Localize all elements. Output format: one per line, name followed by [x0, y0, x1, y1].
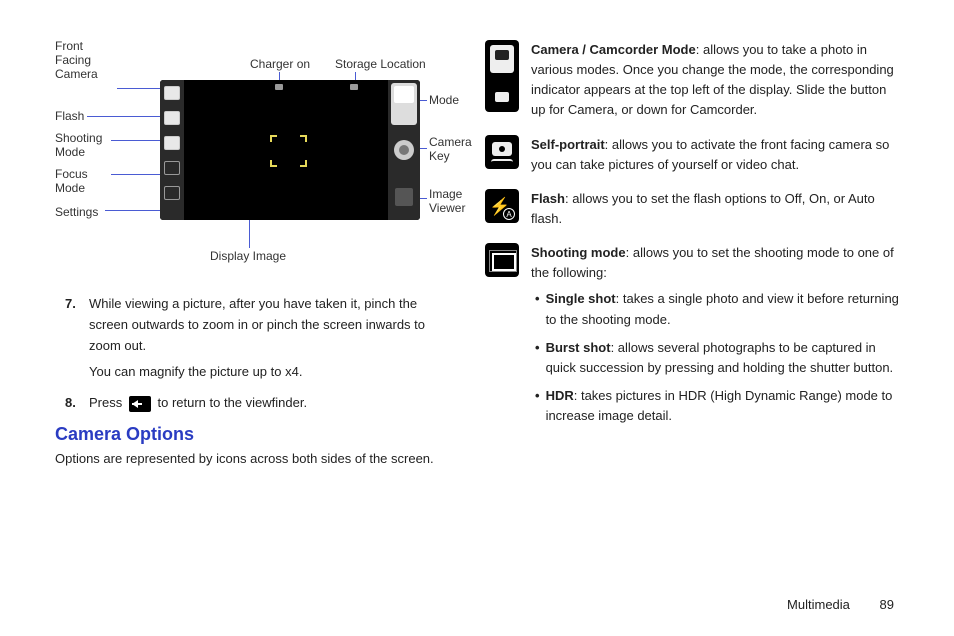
step-text: While viewing a picture, after you have … — [89, 296, 425, 353]
front-cam-icon — [164, 86, 180, 100]
section-heading: Camera Options — [55, 424, 455, 445]
label-display-image: Display Image — [210, 250, 286, 264]
label-flash: Flash — [55, 110, 84, 124]
option-shooting-mode: Shooting mode: allows you to set the sho… — [485, 243, 899, 434]
shooting-mode-bullets: Single shot: takes a single photo and vi… — [531, 289, 899, 426]
camera-preview — [160, 80, 420, 220]
step-text-post: to return to the viewfinder. — [157, 395, 307, 410]
option-self-portrait: Self-portrait: allows you to activate th… — [485, 135, 899, 175]
label-settings: Settings — [55, 206, 98, 220]
bullet-title: HDR — [546, 388, 574, 403]
label-image-viewer: Image Viewer — [429, 188, 479, 216]
option-title: Flash — [531, 191, 565, 206]
label-focus-mode: Focus Mode — [55, 168, 111, 196]
focus-icon — [164, 161, 180, 175]
bullet-title: Burst shot — [546, 340, 611, 355]
shutter-icon — [394, 140, 414, 160]
label-mode: Mode — [429, 94, 459, 108]
option-title: Camera / Camcorder Mode — [531, 42, 696, 57]
step-subtext: You can magnify the picture up to x4. — [89, 362, 455, 383]
flash-option-icon: A — [485, 189, 519, 223]
gallery-icon — [395, 188, 413, 206]
charger-indicator — [275, 84, 283, 90]
bullet-title: Single shot — [546, 291, 616, 306]
shooting-mode-icon — [485, 243, 519, 277]
label-shooting-mode: Shooting Mode — [55, 132, 111, 160]
footer-section: Multimedia — [787, 597, 850, 612]
option-title: Self-portrait — [531, 137, 605, 152]
bullet-text: : takes pictures in HDR (High Dynamic Ra… — [546, 388, 893, 423]
camera-mode-icon — [485, 40, 519, 112]
storage-indicator — [350, 84, 358, 90]
step-8: 8. Press to return to the viewfinder. — [55, 393, 455, 414]
section-body: Options are represented by icons across … — [55, 449, 455, 470]
self-portrait-icon — [485, 135, 519, 169]
mode-toggle-icon — [391, 83, 417, 125]
label-camera-key: Camera Key — [429, 136, 479, 164]
step-number: 7. — [65, 294, 89, 383]
step-text-pre: Press — [89, 395, 122, 410]
flash-icon — [164, 111, 180, 125]
footer-page: 89 — [880, 597, 894, 612]
back-icon — [129, 396, 151, 412]
option-flash: A Flash: allows you to set the flash opt… — [485, 189, 899, 229]
label-storage-location: Storage Location — [335, 58, 426, 72]
shooting-icon — [164, 136, 180, 150]
step-7: 7. While viewing a picture, after you ha… — [55, 294, 455, 383]
label-charger-on: Charger on — [250, 58, 310, 72]
option-title: Shooting mode — [531, 245, 626, 260]
option-text: : allows you to set the flash options to… — [531, 191, 875, 226]
page-footer: Multimedia 89 — [787, 597, 894, 612]
label-front-facing-camera: Front Facing Camera — [55, 40, 115, 81]
step-number: 8. — [65, 393, 89, 414]
option-camera-mode: Camera / Camcorder Mode: allows you to t… — [485, 40, 899, 121]
camera-diagram: Front Facing Camera Flash Shooting Mode … — [55, 40, 455, 270]
settings-icon — [164, 186, 180, 200]
